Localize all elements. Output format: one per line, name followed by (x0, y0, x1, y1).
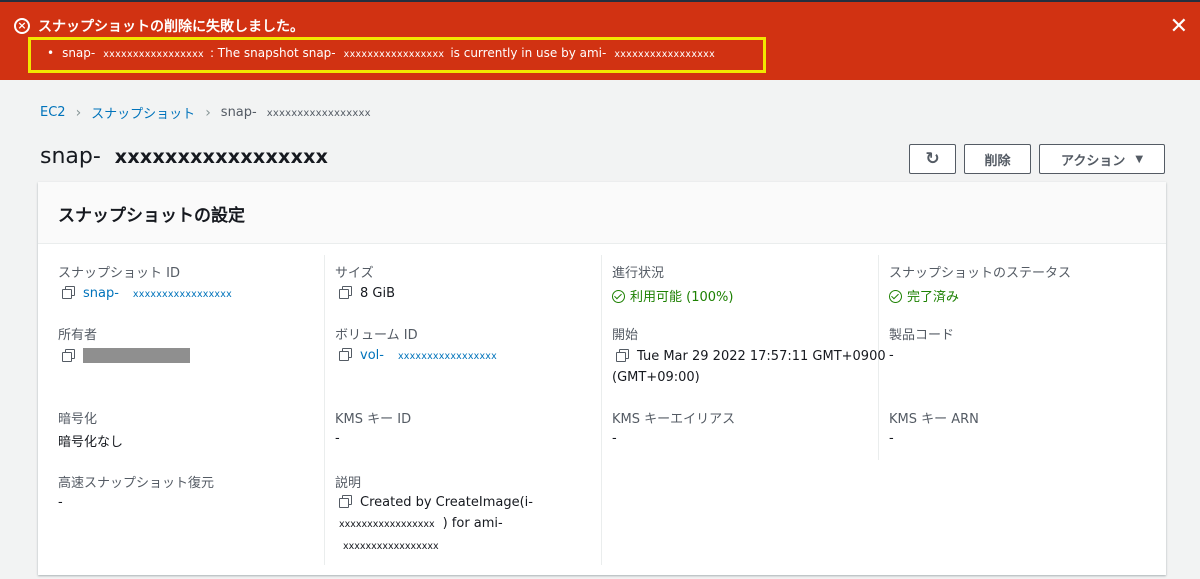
breadcrumb-current-id: xxxxxxxxxxxxxxxxx (266, 108, 371, 119)
breadcrumb-snapshots[interactable]: スナップショット (91, 103, 195, 122)
owner-label: 所有者 (58, 328, 98, 343)
description-instance-id: xxxxxxxxxxxxxxxxx (339, 519, 435, 530)
actions-label: アクション (1060, 153, 1126, 169)
check-circle-icon (889, 290, 902, 303)
panel-title: スナップショットの設定 (58, 206, 245, 226)
breadcrumb: EC2 › スナップショット › snap-xxxxxxxxxxxxxxxxx (40, 103, 371, 123)
snapshot-status-text: 完了済み (907, 290, 960, 305)
progress-label: 進行状況 (612, 266, 665, 281)
column-divider (324, 255, 325, 565)
volume-id-value: vol-xxxxxxxxxxxxxxxxx (339, 348, 497, 363)
refresh-icon: ↻ (925, 149, 940, 169)
error-ami-id: xxxxxxxxxxxxxxxxx (614, 49, 716, 60)
close-icon[interactable]: ✕ (1170, 16, 1188, 38)
copy-icon[interactable] (339, 286, 352, 299)
refresh-button[interactable]: ↻ (909, 144, 956, 174)
copy-icon[interactable] (616, 349, 629, 362)
kms-key-alias-value: - (612, 431, 617, 446)
breadcrumb-ec2[interactable]: EC2 (40, 105, 66, 120)
caret-down-icon: ▼ (1135, 153, 1144, 165)
progress-value: 利用可能 (100%) (612, 286, 733, 305)
error-snap-prefix: snap- (62, 46, 96, 60)
actions-dropdown-button[interactable]: アクション ▼ (1039, 144, 1165, 174)
started-value: Tue Mar 29 2022 17:57:11 GMT+0900 (GMT+0… (612, 346, 886, 388)
started-line2: (GMT+09:00) (612, 370, 700, 385)
owner-value (62, 348, 190, 364)
chevron-right-icon: › (75, 104, 82, 121)
page-title-prefix: snap- (40, 144, 101, 169)
error-msg-middle: : The snapshot snap- (209, 46, 336, 60)
redacted-owner (83, 348, 190, 363)
error-snap-id: xxxxxxxxxxxxxxxxx (103, 49, 204, 60)
breadcrumb-current: snap-xxxxxxxxxxxxxxxxx (221, 105, 371, 120)
snapshot-status-label: スナップショットのステータス (889, 266, 1072, 281)
fast-restore-value: - (58, 495, 63, 510)
description-value: Created by CreateImage(i- xxxxxxxxxxxxxx… (339, 492, 569, 557)
snapshot-id-prefix: snap- (83, 286, 119, 301)
volume-id-text: xxxxxxxxxxxxxxxxx (397, 351, 497, 362)
fast-restore-label: 高速スナップショット復元 (58, 476, 215, 491)
breadcrumb-current-prefix: snap- (220, 105, 257, 120)
error-banner: × スナップショットの削除に失敗しました。 • snap-xxxxxxxxxxxx… (0, 2, 1200, 80)
started-label: 開始 (612, 328, 639, 343)
volume-id-prefix: vol- (360, 348, 384, 363)
snapshot-status-value: 完了済み (889, 286, 959, 305)
product-code-label: 製品コード (889, 328, 955, 343)
copy-icon[interactable] (62, 349, 75, 362)
copy-icon[interactable] (339, 495, 352, 508)
kms-key-id-value: - (335, 431, 340, 446)
snapshot-id-value: snap-xxxxxxxxxxxxxxxxx (62, 286, 232, 301)
encryption-value: 暗号化なし (58, 435, 124, 450)
snapshot-id-text: xxxxxxxxxxxxxxxxx (132, 289, 232, 300)
error-message: • snap-xxxxxxxxxxxxxxxxx : The snapshot sn… (47, 46, 721, 60)
page-title: snap-xxxxxxxxxxxxxxxxx (40, 144, 328, 169)
delete-button[interactable]: 削除 (964, 144, 1031, 174)
snapshot-id-label: スナップショット ID (58, 266, 180, 281)
error-snap-id-2: xxxxxxxxxxxxxxxxx (343, 49, 445, 60)
chevron-right-icon: › (205, 104, 211, 121)
started-line1: Tue Mar 29 2022 17:57:11 GMT+0900 (637, 349, 886, 364)
page-title-id: xxxxxxxxxxxxxxxxx (114, 146, 329, 168)
error-title: スナップショットの削除に失敗しました。 (38, 19, 304, 35)
check-circle-icon (612, 290, 625, 303)
kms-key-arn-label: KMS キー ARN (889, 412, 979, 427)
kms-key-id-label: KMS キー ID (335, 412, 412, 427)
error-icon: × (14, 18, 30, 34)
snapshot-settings-panel: スナップショットの設定 スナップショット ID snap-xxxxxxxxxxx… (38, 182, 1166, 575)
product-code-value: - (889, 348, 894, 363)
error-msg-end: is currently in use by ami- (450, 46, 607, 60)
encryption-label: 暗号化 (58, 412, 98, 427)
snapshot-id-link[interactable]: snap-xxxxxxxxxxxxxxxxx (83, 286, 232, 301)
column-divider (601, 255, 602, 565)
description-ami-id: xxxxxxxxxxxxxxxxx (343, 541, 439, 552)
copy-icon[interactable] (339, 348, 352, 361)
progress-text: 利用可能 (100%) (630, 290, 734, 305)
size-text: 8 GiB (360, 286, 396, 301)
size-label: サイズ (335, 266, 374, 281)
error-message-highlight: • snap-xxxxxxxxxxxxxxxxx : The snapshot sn… (28, 37, 766, 73)
description-label: 説明 (335, 476, 362, 491)
description-line2-end: ) for ami- (442, 516, 503, 531)
volume-id-link[interactable]: vol-xxxxxxxxxxxxxxxxx (360, 348, 497, 363)
description-line1: Created by CreateImage(i- (360, 495, 533, 510)
bullet: • (47, 46, 55, 60)
kms-key-arn-value: - (889, 431, 894, 446)
panel-header: スナップショットの設定 (38, 182, 1166, 244)
kms-key-alias-label: KMS キーエイリアス (612, 412, 736, 427)
copy-icon[interactable] (62, 286, 75, 299)
volume-id-label: ボリューム ID (335, 328, 418, 343)
size-value: 8 GiB (339, 286, 395, 301)
